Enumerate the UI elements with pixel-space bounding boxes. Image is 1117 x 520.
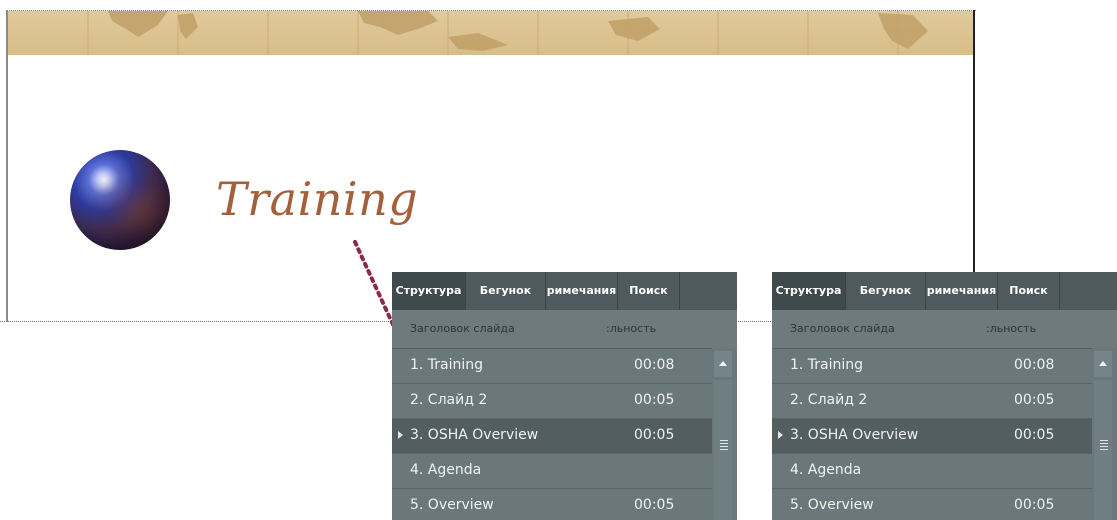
- globe-shading: [70, 150, 170, 250]
- slide-row-duration: 00:08: [1014, 357, 1055, 373]
- tab-thumbnails[interactable]: Бегунок: [466, 272, 546, 310]
- slide-row-title: 3. OSHA Overview: [790, 427, 919, 443]
- slide-row[interactable]: 5. Overview 00:05: [392, 489, 712, 520]
- slide-row[interactable]: 4. Agenda: [772, 454, 1092, 489]
- slide-row-title: 2. Слайд 2: [410, 392, 488, 408]
- column-header: Заголовок слайда :льность: [772, 310, 1117, 349]
- scroll-up-icon[interactable]: [1094, 351, 1112, 377]
- slide-row[interactable]: 1. Training 00:08: [772, 349, 1092, 384]
- slide-row-title: 4. Agenda: [410, 462, 482, 478]
- scroll-grip-icon[interactable]: [1100, 440, 1108, 441]
- tab-search[interactable]: Поиск: [618, 272, 680, 310]
- slide-row-duration: 00:05: [1014, 392, 1055, 408]
- scroll-track[interactable]: [1094, 380, 1112, 520]
- slide-row-title: 1. Training: [790, 357, 864, 373]
- slide-banner-map: [8, 11, 973, 55]
- slide-row-title: 3. OSHA Overview: [410, 427, 539, 443]
- tab-thumbnails[interactable]: Бегунок: [846, 272, 926, 310]
- slide-row-title: 2. Слайд 2: [790, 392, 868, 408]
- panel-tab-bar: Структура Бегунок римечания Поиск: [772, 272, 1117, 310]
- outline-panel-1: Структура Бегунок римечания Поиск Заголо…: [392, 272, 737, 520]
- column-duration-header[interactable]: :льность: [606, 322, 656, 335]
- slide-row-title: 5. Overview: [410, 497, 494, 513]
- panel-tab-bar: Структура Бегунок римечания Поиск: [392, 272, 737, 310]
- slide-right-edge: [973, 10, 975, 272]
- vertical-scrollbar[interactable]: [712, 348, 737, 520]
- slide-row-duration: 00:05: [1014, 497, 1055, 513]
- slide-row[interactable]: 4. Agenda: [392, 454, 712, 489]
- tab-outline[interactable]: Структура: [392, 272, 466, 310]
- column-duration-header[interactable]: :льность: [986, 322, 1036, 335]
- slide-title: Training: [216, 172, 419, 226]
- slide-row[interactable]: 5. Overview 00:05: [772, 489, 1092, 520]
- slide-row-title: 1. Training: [410, 357, 484, 373]
- column-header: Заголовок слайда :льность: [392, 310, 737, 349]
- outline-panel-2: Структура Бегунок римечания Поиск Заголо…: [772, 272, 1117, 520]
- tab-notes[interactable]: римечания: [926, 272, 998, 310]
- slide-row-duration: 00:05: [634, 497, 675, 513]
- slide-top-border: [6, 10, 976, 11]
- slide-row[interactable]: 1. Training 00:08: [392, 349, 712, 384]
- tab-notes[interactable]: римечания: [546, 272, 618, 310]
- slide-row-title: 4. Agenda: [790, 462, 862, 478]
- column-title-header[interactable]: Заголовок слайда: [410, 322, 515, 335]
- slide-left-edge: [6, 10, 8, 322]
- vertical-scrollbar[interactable]: [1092, 348, 1117, 520]
- tab-bar-filler: [1060, 272, 1117, 310]
- scroll-grip-icon[interactable]: [720, 440, 728, 441]
- slide-row-duration: 00:05: [634, 427, 675, 443]
- slide-row-duration: 00:05: [634, 392, 675, 408]
- slide-row-selected[interactable]: 3. OSHA Overview 00:05: [392, 419, 712, 454]
- tab-bar-filler: [680, 272, 737, 310]
- tab-search[interactable]: Поиск: [998, 272, 1060, 310]
- tab-outline[interactable]: Структура: [772, 272, 846, 310]
- scroll-up-icon[interactable]: [714, 351, 732, 377]
- slide-row-duration: 00:08: [634, 357, 675, 373]
- slide-row[interactable]: 2. Слайд 2 00:05: [392, 384, 712, 419]
- scroll-track[interactable]: [714, 380, 732, 520]
- current-slide-arrow-icon: [398, 431, 403, 439]
- slide-row-selected[interactable]: 3. OSHA Overview 00:05: [772, 419, 1092, 454]
- current-slide-arrow-icon: [778, 431, 783, 439]
- slide-row-duration: 00:05: [1014, 427, 1055, 443]
- slide-row-title: 5. Overview: [790, 497, 874, 513]
- column-title-header[interactable]: Заголовок слайда: [790, 322, 895, 335]
- slide-row[interactable]: 2. Слайд 2 00:05: [772, 384, 1092, 419]
